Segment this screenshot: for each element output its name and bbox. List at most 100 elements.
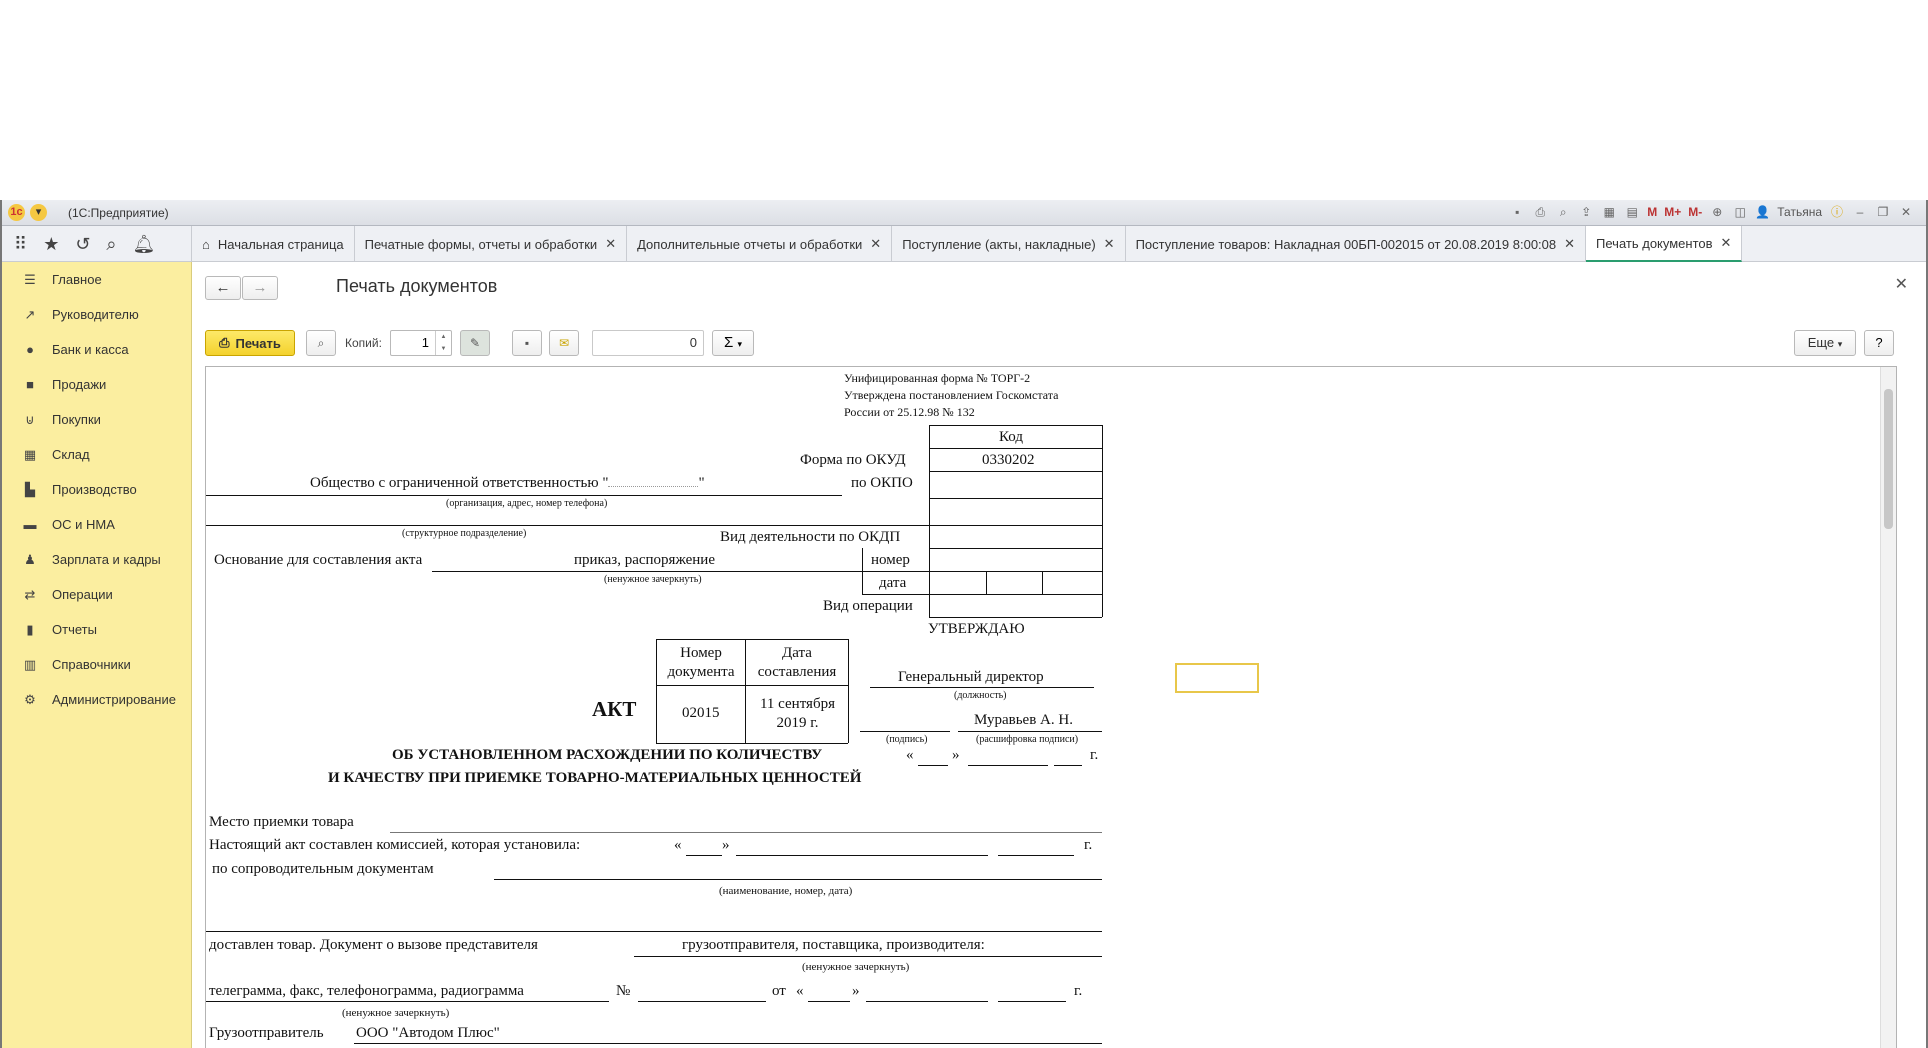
print-button[interactable]: ⎙ Печать [205, 330, 295, 356]
close-icon[interactable]: ✕ [1564, 236, 1575, 252]
sidebar-item-admin[interactable]: ⚙ Администрирование [2, 682, 191, 717]
position-value: Генеральный директор [898, 669, 1044, 685]
tab-label: Поступление товаров: Накладная 00БП-0020… [1135, 236, 1557, 252]
sidebar-item-operations[interactable]: ⇄ Операции [2, 577, 191, 612]
table-icon[interactable]: ▦ [1601, 204, 1617, 220]
more-button[interactable]: Еще ▾ [1794, 330, 1856, 356]
tab-print-forms[interactable]: Печатные формы, отчеты и обработки ✕ [355, 226, 628, 262]
save-button[interactable]: ▪ [512, 330, 542, 356]
back-button[interactable]: ← [205, 276, 241, 300]
sidebar-item-sales[interactable]: ■ Продажи [2, 367, 191, 402]
sidebar-item-label: Покупки [52, 412, 101, 427]
copies-stepper[interactable]: 1 ▲ ▼ [390, 330, 452, 356]
close-icon[interactable]: ✕ [605, 236, 616, 252]
printer-icon: ⎙ [219, 335, 230, 350]
help-button[interactable]: ? [1864, 330, 1894, 356]
email-button[interactable]: ✉ [549, 330, 579, 356]
sidebar-item-catalogs[interactable]: ▥ Справочники [2, 647, 191, 682]
edit-mode-button[interactable]: ✎ [460, 330, 490, 356]
user-icon: 👤 [1755, 205, 1771, 219]
forward-button[interactable]: → [242, 276, 278, 300]
memory-minus-button[interactable]: M- [1688, 205, 1702, 219]
app-logo-icon[interactable]: 1c [8, 204, 25, 221]
main-menu-icon[interactable]: ▾ [30, 204, 47, 221]
vertical-scrollbar[interactable] [1880, 367, 1896, 1048]
doc-number-header: Номер документа [667, 645, 735, 680]
preview-icon[interactable]: ⌕ [1555, 204, 1571, 220]
basis-label: Основание для составления акта [214, 552, 423, 568]
memory-plus-button[interactable]: M+ [1664, 205, 1681, 219]
close-window-icon[interactable]: ✕ [1898, 204, 1914, 220]
sidebar-item-assets[interactable]: ▬ ОС и НМА [2, 507, 191, 542]
print-icon[interactable]: ⎙ [1532, 204, 1548, 220]
sidebar-item-label: Отчеты [52, 622, 97, 637]
sidebar-item-production[interactable]: ▙ Производство [2, 472, 191, 507]
spreadsheet-document[interactable]: Унифицированная форма № ТОРГ-2 Утвержден… [205, 366, 1897, 1048]
delivered-text: доставлен товар. Документ о вызове предс… [209, 937, 538, 953]
save-icon[interactable]: ▪ [1509, 204, 1525, 220]
sum-field[interactable]: 0 [592, 330, 704, 356]
quote-close-2: » [722, 837, 730, 853]
home-icon: ⌂ [202, 236, 210, 252]
search-icon[interactable]: ⌕ [106, 234, 116, 255]
sidebar-item-main[interactable]: ☰ Главное [2, 262, 191, 297]
tab-label: Печатные формы, отчеты и обработки [364, 236, 598, 252]
tab-additional-reports[interactable]: Дополнительные отчеты и обработки ✕ [627, 226, 893, 262]
approve-label: УТВЕРЖДАЮ [928, 621, 1025, 637]
close-form-icon[interactable]: ✕ [1895, 274, 1908, 294]
sidebar-item-reports[interactable]: ▮ Отчеты [2, 612, 191, 647]
coin-icon: ● [26, 342, 34, 357]
close-icon[interactable]: ✕ [1721, 235, 1732, 251]
preview-button[interactable]: ⌕ [306, 330, 336, 356]
sum-button[interactable]: Σ ▾ [712, 330, 754, 356]
user-name[interactable]: Татьяна [1777, 205, 1822, 219]
tab-goods-receipt[interactable]: Поступление товаров: Накладная 00БП-0020… [1126, 226, 1587, 262]
panel-icon[interactable]: ◫ [1732, 204, 1748, 220]
form-header-3: России от 25.12.98 № 132 [844, 405, 975, 419]
upload-icon[interactable]: ⇪ [1578, 204, 1594, 220]
main-content: ← → Печать документов ✕ ⎙ Печать ⌕ Копий:… [192, 262, 1922, 1048]
sidebar-item-label: Продажи [52, 377, 107, 392]
tab-print-documents[interactable]: Печать документов ✕ [1586, 226, 1743, 262]
page-title: Печать документов [336, 276, 498, 296]
tab-label: Дополнительные отчеты и обработки [637, 236, 863, 252]
number-label: номер [871, 552, 910, 568]
window-title: (1С:Предприятие) [68, 206, 169, 220]
crossout-note: (ненужное зачеркнуть) [604, 574, 702, 585]
sidebar-item-label: Администрирование [52, 692, 176, 707]
person-icon: ♟ [24, 551, 36, 567]
scrollbar-thumb[interactable] [1884, 389, 1893, 529]
tabs: ⌂ Начальная страница Печатные формы, отче… [192, 226, 1743, 262]
memory-m-button[interactable]: M [1647, 205, 1657, 219]
signer-note: (расшифровка подписи) [976, 734, 1079, 745]
favorites-star-icon[interactable]: ★ [43, 234, 59, 255]
shipper-label: Грузоотправитель [209, 1025, 324, 1041]
sidebar-item-bank[interactable]: ● Банк и касса [2, 332, 191, 367]
division-note: (структурное подразделение) [402, 528, 527, 539]
tab-home[interactable]: ⌂ Начальная страница [192, 226, 355, 262]
sidebar-item-label: Зарплата и кадры [52, 552, 161, 567]
sidebar-item-warehouse[interactable]: ▦ Склад [2, 437, 191, 472]
notifications-bell-icon[interactable]: 🔔︎ [133, 234, 156, 255]
restore-icon[interactable]: ❐ [1875, 204, 1891, 220]
org-quote: " [698, 475, 705, 491]
tab-receipts[interactable]: Поступление (акты, накладные) ✕ [892, 226, 1126, 262]
close-icon[interactable]: ✕ [870, 236, 881, 252]
info-icon[interactable]: ⓘ [1829, 204, 1845, 220]
selected-cell[interactable] [1175, 663, 1259, 693]
minimize-icon[interactable]: – [1852, 204, 1868, 220]
sidebar-item-director[interactable]: ↗ Руководителю [2, 297, 191, 332]
sidebar-item-label: Операции [52, 587, 113, 602]
apps-grid-icon[interactable]: ⠿ [14, 234, 27, 255]
close-icon[interactable]: ✕ [1104, 236, 1115, 252]
zoom-icon[interactable]: ⊕ [1709, 204, 1725, 220]
sidebar-item-payroll[interactable]: ♟ Зарплата и кадры [2, 542, 191, 577]
redacted-name [608, 486, 699, 487]
okud-value: 0330202 [982, 452, 1035, 468]
history-icon[interactable]: ↺ [75, 234, 90, 255]
sidebar-item-purchases[interactable]: ⊍ Покупки [2, 402, 191, 437]
title-bar: 1c ▾ (1С:Предприятие) ▪ ⎙ ⌕ ⇪ ▦ ▤ M M+ M… [2, 200, 1926, 226]
sidebar-item-label: Банк и касса [52, 342, 129, 357]
calendar-icon[interactable]: ▤ [1624, 204, 1640, 220]
stepper-arrows-icon[interactable]: ▲ ▼ [435, 331, 451, 355]
